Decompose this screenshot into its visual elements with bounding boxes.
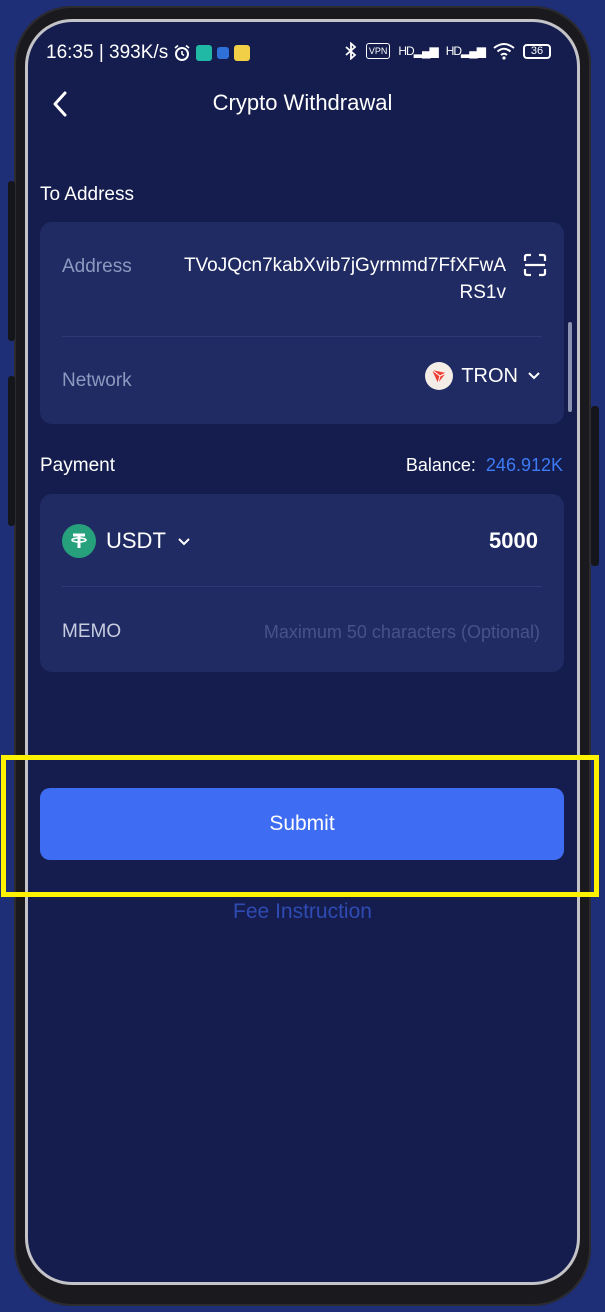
- chevron-down-icon: [178, 538, 190, 546]
- address-label: Address: [62, 256, 132, 277]
- wifi-icon: [493, 43, 515, 60]
- memo-label: MEMO: [62, 621, 122, 642]
- network-value: TRON: [461, 364, 518, 387]
- usdt-logo-icon: [62, 524, 96, 558]
- scan-icon[interactable]: [522, 252, 548, 278]
- address-card: Address TVoJQcn7kabXvib7jGyrmmd7FfXFwARS…: [40, 222, 564, 424]
- status-left: 16:35 | 393K/s: [46, 42, 251, 64]
- phone-power-button: [591, 406, 599, 566]
- balance: Balance: 246.912K: [406, 455, 563, 476]
- token-value: USDT: [106, 528, 166, 553]
- chevron-down-icon: [528, 372, 540, 380]
- submit-button[interactable]: Submit: [40, 788, 564, 860]
- signal-2-label: HD: [445, 44, 462, 58]
- signal-icon-2: HD▂▄▆: [445, 44, 486, 58]
- signal-icon-1: HD▂▄▆: [398, 44, 438, 58]
- lock-app-icon: [234, 45, 251, 61]
- page-title: Crypto Withdrawal: [212, 90, 393, 115]
- alarm-icon: [174, 44, 190, 61]
- phone-side-button-lower: [8, 376, 15, 526]
- signal-1-label: HD: [398, 44, 414, 58]
- address-field[interactable]: TVoJQcn7kabXvib7jGyrmmd7FfXFwARS1v: [176, 252, 506, 306]
- phone-screen: 16:35 | 393K/s VPN HD▂▄▆ HD▂▄▆ 36 Crypto…: [28, 22, 577, 1282]
- status-right: VPN HD▂▄▆ HD▂▄▆ 36: [344, 42, 551, 60]
- card-divider: [62, 586, 542, 587]
- balance-label: Balance:: [405, 455, 476, 475]
- flag-app-icon: [217, 47, 230, 59]
- scrollbar[interactable]: [568, 322, 572, 412]
- bluetooth-icon: [345, 42, 357, 60]
- payment-card: USDT 5000 MEMO: [40, 494, 564, 672]
- balance-value: 246.912K: [485, 455, 563, 475]
- shield-app-icon: [196, 45, 213, 61]
- fee-instruction-link[interactable]: Fee Instruction: [28, 900, 577, 924]
- to-address-label: To Address: [40, 184, 134, 205]
- network-label: Network: [62, 370, 132, 391]
- status-time-speed: 16:35 | 393K/s: [46, 42, 169, 63]
- status-bar: 16:35 | 393K/s VPN HD▂▄▆ HD▂▄▆ 36: [28, 22, 577, 82]
- card-divider: [62, 336, 542, 337]
- vpn-badge: VPN: [365, 43, 391, 59]
- phone-side-button: [8, 181, 15, 341]
- network-select[interactable]: TRON: [425, 362, 542, 390]
- battery-icon: 36: [523, 43, 551, 59]
- memo-input[interactable]: [210, 622, 540, 643]
- payment-label: Payment: [40, 455, 115, 476]
- tron-logo-icon: [425, 362, 454, 390]
- amount-field[interactable]: 5000: [489, 528, 538, 554]
- token-select[interactable]: USDT: [62, 524, 192, 558]
